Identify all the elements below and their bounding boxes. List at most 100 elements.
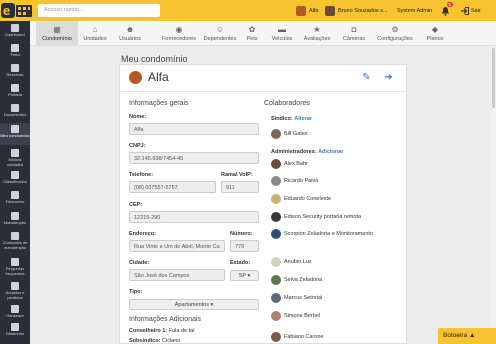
calendar-icon <box>11 64 19 72</box>
person-name: Selva Zeladoria <box>284 276 323 283</box>
user-menu[interactable]: Bruno Souzados s... <box>325 4 388 17</box>
document-icon <box>11 104 19 112</box>
sidebar-item-chamados[interactable]: Chamados de manutenção <box>0 232 30 250</box>
name-label: Nome: <box>129 114 147 120</box>
address-label: Endereço: <box>129 231 156 237</box>
sindico-person[interactable]: Bill Gates <box>271 128 308 139</box>
person-name: Bill Gates <box>284 130 308 137</box>
condominium-icon: ▦ <box>53 25 61 34</box>
cep-field[interactable]: 12215-290 <box>129 211 259 223</box>
sidebar-item-label: Financeiro <box>5 199 25 204</box>
ticket-icon <box>11 232 19 240</box>
admin-item[interactable]: Ricardo Paiva <box>271 175 318 186</box>
avatar <box>271 158 281 169</box>
change-sindico-link[interactable]: Alterar <box>294 116 312 122</box>
report-icon <box>11 323 19 331</box>
caret-down-icon: ▾ <box>247 273 251 279</box>
login-icon[interactable]: ➔ <box>383 72 394 83</box>
admin-item[interactable]: Edison Security portaria remota <box>271 211 361 222</box>
feed-icon <box>11 44 19 52</box>
role-label[interactable]: System Admin <box>397 4 432 17</box>
condo-switcher[interactable]: Alfa <box>296 4 318 17</box>
person-name: Eduardo Coneleste <box>284 195 332 202</box>
admin-item[interactable]: Simone Berbel <box>271 310 320 321</box>
sidebar-item-portaria[interactable]: Portaria <box>0 84 30 98</box>
dependents-icon: ☺ <box>215 25 225 34</box>
app-logo[interactable]: e <box>1 2 33 19</box>
cep-label: CEP: <box>129 202 143 208</box>
sidebar-item-relatorios[interactable]: Relatórios <box>0 323 30 337</box>
sidebar-item-documentos[interactable]: Documentos <box>0 104 30 118</box>
megaphone-icon <box>11 171 19 179</box>
type-select[interactable]: Apartamentos ▾ <box>129 299 259 310</box>
sidebar-item-perguntas[interactable]: Perguntas frequentes <box>0 258 30 276</box>
admin-item[interactable]: Marcus Setorial <box>271 292 322 303</box>
admin-item[interactable]: Anubio Luz <box>271 256 312 267</box>
admin-item[interactable]: Alex Bahr <box>271 158 308 169</box>
subsindico: Subsíndico: Ciclano <box>129 338 180 344</box>
advisor-1-label: Conselheiro 1: <box>129 328 168 334</box>
admin-item[interactable]: Fabiano Carone <box>271 331 323 342</box>
type-label: Tipo: <box>129 289 143 295</box>
cnpj-field[interactable]: 32.145.698/7454-45 <box>129 152 259 164</box>
sidebar-item-manutencao[interactable]: Manutenção <box>0 212 30 226</box>
tab-configuracoes[interactable]: ⚙ Configurações <box>370 21 420 46</box>
condo-name: Alfa <box>148 70 169 84</box>
sidebar-item-reservas[interactable]: Reservas <box>0 64 30 78</box>
tab-label: Pets <box>246 36 258 42</box>
general-info-heading: Informações gerais <box>129 100 189 107</box>
notification-count-badge: 5 <box>447 2 453 7</box>
exit-button[interactable]: Sair <box>460 4 481 17</box>
sidebar-item-achados[interactable]: Achados e perdidos <box>0 282 30 300</box>
notifications-button[interactable]: 5 <box>441 2 453 17</box>
botoeira-button[interactable]: Botoeira ▲ <box>438 328 496 344</box>
tab-planos[interactable]: ◆ Planos <box>414 21 456 46</box>
city-field[interactable]: São José dos Campos <box>129 269 225 281</box>
address-field[interactable]: Rua Vinte e Um de Abril, Monte Ca <box>129 240 225 252</box>
sidebar-item-label: Portaria <box>7 92 22 97</box>
sidebar-item-dashboard[interactable]: Dashboard <box>0 24 30 38</box>
name-field[interactable]: Alfa <box>129 123 259 135</box>
subsindico-value: Ciclano <box>162 338 181 344</box>
sidebar-item-label: Reservas <box>6 72 24 77</box>
state-select[interactable]: SP ▾ <box>230 270 259 281</box>
voip-field[interactable]: 911 <box>221 181 259 193</box>
wrench-icon <box>11 212 19 220</box>
chevron-up-icon: ▲ <box>469 332 476 339</box>
page-title: Meu condomínio <box>121 54 188 64</box>
cnpj-label: CNPJ: <box>129 143 146 149</box>
sidebar-item-label: Meu condomínio <box>0 133 30 138</box>
sidebar: Dashboard Feed Reservas Portaria Documen… <box>0 21 30 344</box>
avatar <box>271 331 281 342</box>
tab-condominio[interactable]: ▦ Condomínio <box>36 21 78 46</box>
sidebar-item-hardware[interactable]: Hardware <box>0 305 30 319</box>
home-icon: ⌂ <box>92 25 98 34</box>
quick-access-input[interactable]: Acesso rápido... <box>38 4 160 17</box>
tab-label: Fornecedores <box>162 36 196 42</box>
edit-icon[interactable]: ✎ <box>361 72 372 83</box>
bell-icon <box>442 6 449 16</box>
subsindico-label: Subsíndico: <box>129 338 161 344</box>
tab-cameras[interactable]: ◘ Câmeras <box>333 21 375 46</box>
admin-item[interactable]: Selva Zeladoria <box>271 274 322 285</box>
admin-item[interactable]: Scorpion Zeladoria e Monitoramento <box>271 228 373 239</box>
tab-usuarios[interactable]: ☻ Usuários <box>109 21 151 46</box>
number-field[interactable]: 779 <box>230 240 259 252</box>
users-icon: ☻ <box>125 25 135 34</box>
tab-label: Unidades <box>83 36 107 42</box>
sidebar-item-meu-condominio[interactable]: Meu condomínio <box>0 123 30 145</box>
exit-label: Sair <box>471 7 481 14</box>
scrollbar-thumb[interactable] <box>492 48 495 108</box>
phone-field[interactable]: (08) 007557-5757 <box>129 181 216 193</box>
sidebar-item-minhas-unidades[interactable]: Minhas unidades <box>0 149 30 167</box>
condo-switcher-label: Alfa <box>309 7 319 14</box>
person-name: Scorpion Zeladoria e Monitoramento <box>284 230 373 237</box>
admin-item[interactable]: Eduardo Coneleste <box>271 193 331 204</box>
add-admin-link[interactable]: Adicionar <box>318 149 343 155</box>
sidebar-item-feed[interactable]: Feed <box>0 44 30 58</box>
sidebar-item-financeiro[interactable]: Financeiro <box>0 191 30 205</box>
tab-avaliacoes[interactable]: ★ Avaliações <box>296 21 338 46</box>
sidebar-item-label: Documentos <box>3 112 27 117</box>
sidebar-item-classificados[interactable]: Classificados <box>0 171 30 185</box>
botoeira-label: Botoeira <box>443 332 468 339</box>
